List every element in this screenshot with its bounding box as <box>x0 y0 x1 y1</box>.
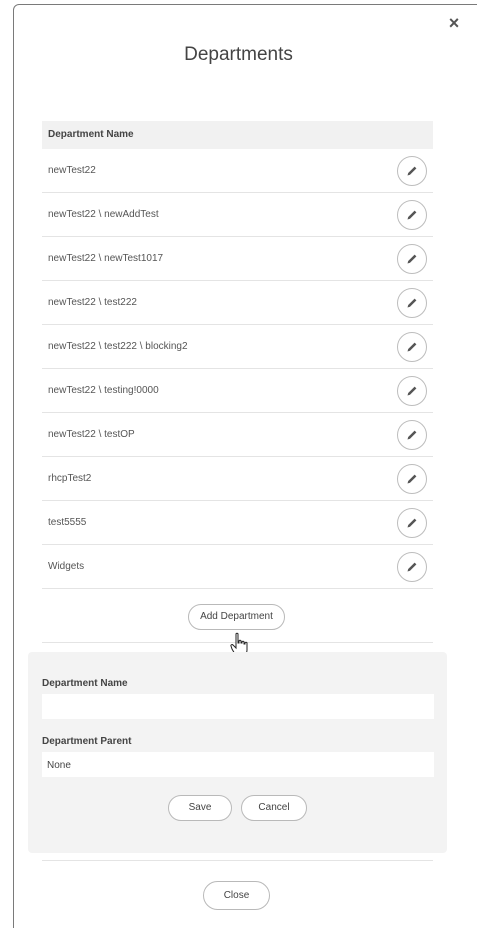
close-x-icon[interactable]: × <box>446 14 462 32</box>
department-name: Widgets <box>48 561 85 572</box>
department-name: newTest22 \ test222 <box>48 297 137 308</box>
edit-department-button[interactable] <box>397 332 427 362</box>
edit-department-button[interactable] <box>397 420 427 450</box>
department-name: rhcpTest2 <box>48 473 92 484</box>
edit-department-button[interactable] <box>397 464 427 494</box>
department-name: newTest22 <box>48 165 96 176</box>
department-name-input[interactable] <box>42 694 434 719</box>
footer-divider <box>42 860 433 861</box>
pencil-icon <box>407 298 417 308</box>
pencil-icon <box>407 210 417 220</box>
pencil-icon <box>407 166 417 176</box>
edit-department-button[interactable] <box>397 552 427 582</box>
pencil-icon <box>407 562 417 572</box>
table-row: Widgets <box>42 545 433 589</box>
edit-department-button[interactable] <box>397 244 427 274</box>
department-name: newTest22 \ testing!0000 <box>48 385 159 396</box>
department-name: newTest22 \ test222 \ blocking2 <box>48 341 188 352</box>
pencil-icon <box>407 386 417 396</box>
table-row: newTest22 \ newAddTest <box>42 193 433 237</box>
table-row: newTest22 \ test222 <box>42 281 433 325</box>
edit-department-button[interactable] <box>397 376 427 406</box>
department-name: newTest22 \ newAddTest <box>48 209 159 220</box>
table-row: newTest22 <box>42 149 433 193</box>
pencil-icon <box>407 518 417 528</box>
pencil-icon <box>407 254 417 264</box>
department-name: newTest22 \ newTest1017 <box>48 253 164 264</box>
add-department-button[interactable]: Add Department <box>188 604 285 630</box>
modal-title: Departments <box>184 44 293 65</box>
departments-table: Department Name newTest22 newTest22 \ new… <box>42 121 433 589</box>
table-header-department-name: Department Name <box>42 121 433 149</box>
table-row: newTest22 \ test222 \ blocking2 <box>42 325 433 369</box>
table-row: newTest22 \ testOP <box>42 413 433 457</box>
edit-department-button[interactable] <box>397 200 427 230</box>
cancel-button[interactable]: Cancel <box>241 795 307 821</box>
department-parent-value: None <box>47 760 71 771</box>
department-name: test5555 <box>48 517 87 528</box>
save-button[interactable]: Save <box>168 795 232 821</box>
department-name: newTest22 \ testOP <box>48 429 135 440</box>
pencil-icon <box>407 474 417 484</box>
department-form: Department Name Department Parent None S… <box>28 652 447 853</box>
edit-department-button[interactable] <box>397 156 427 186</box>
department-name-label: Department Name <box>42 678 128 689</box>
table-row: newTest22 \ newTest1017 <box>42 237 433 281</box>
table-row: rhcpTest2 <box>42 457 433 501</box>
table-row: newTest22 \ testing!0000 <box>42 369 433 413</box>
department-parent-select[interactable] <box>42 752 434 777</box>
edit-department-button[interactable] <box>397 288 427 318</box>
close-button[interactable]: Close <box>203 881 270 910</box>
department-parent-label: Department Parent <box>42 736 132 747</box>
table-row: test5555 <box>42 501 433 545</box>
pencil-icon <box>407 430 417 440</box>
edit-department-button[interactable] <box>397 508 427 538</box>
pencil-icon <box>407 342 417 352</box>
